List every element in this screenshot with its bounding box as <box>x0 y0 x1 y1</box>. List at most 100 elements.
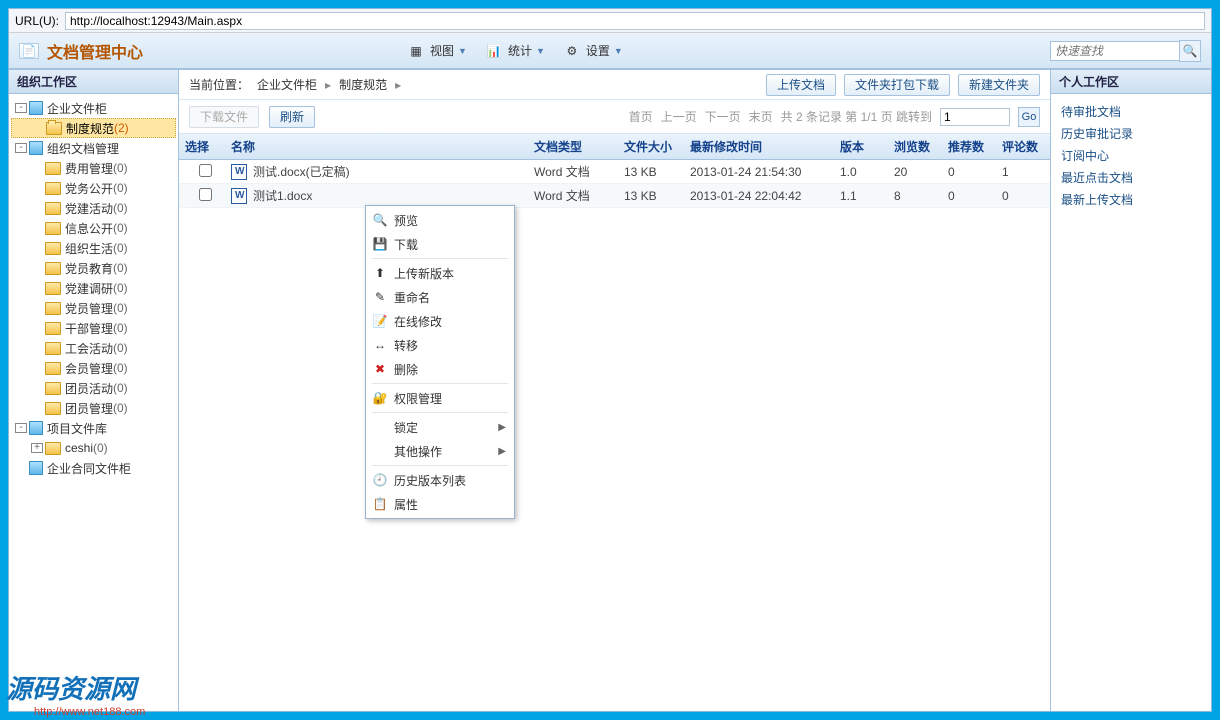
header-menus: ▦视图▼ 📊统计▼ ⚙设置▼ <box>409 42 623 59</box>
context-menu-item[interactable]: 📋属性 <box>368 492 512 516</box>
tree-node[interactable]: 会员管理(0) <box>11 358 176 378</box>
pager-go-button[interactable]: Go <box>1018 107 1040 127</box>
folder-icon <box>45 182 61 195</box>
cell-comments: 1 <box>996 165 1050 179</box>
folder-icon <box>45 222 61 235</box>
pager-input[interactable] <box>940 108 1010 126</box>
context-menu-item[interactable]: 🔍预览 <box>368 208 512 232</box>
refresh-button[interactable]: 刷新 <box>269 106 315 128</box>
tree-node[interactable]: 工会活动(0) <box>11 338 176 358</box>
tree-node[interactable]: 党员管理(0) <box>11 298 176 318</box>
tree-count: (0) <box>113 201 128 215</box>
context-menu-item[interactable]: 💾下载 <box>368 232 512 256</box>
tree-toggle-icon[interactable]: - <box>15 423 27 433</box>
tree-label: 制度规范 <box>66 120 114 137</box>
tree-node[interactable]: 费用管理(0) <box>11 158 176 178</box>
tree-node[interactable]: - 组织文档管理 <box>11 138 176 158</box>
tree-node[interactable]: 党建调研(0) <box>11 278 176 298</box>
tree-toggle-icon[interactable]: - <box>15 143 27 153</box>
search-button[interactable]: 🔍 <box>1179 40 1201 62</box>
folder-icon <box>45 242 61 255</box>
context-menu-item[interactable]: 锁定▶ <box>368 415 512 439</box>
zip-download-button[interactable]: 文件夹打包下载 <box>844 74 950 96</box>
new-folder-button[interactable]: 新建文件夹 <box>958 74 1040 96</box>
cell-type: Word 文档 <box>528 163 618 180</box>
context-menu-item[interactable]: ⬆上传新版本 <box>368 261 512 285</box>
context-menu-item[interactable]: ✎重命名 <box>368 285 512 309</box>
table-row[interactable]: 测试1.docxWord 文档13 KB2013-01-24 22:04:421… <box>179 184 1050 208</box>
tree-node[interactable]: 干部管理(0) <box>11 318 176 338</box>
menu-view[interactable]: ▦视图▼ <box>409 42 467 59</box>
row-checkbox[interactable] <box>199 164 212 177</box>
col-size: 文件大小 <box>618 138 684 155</box>
url-input[interactable] <box>65 12 1205 30</box>
tree-node[interactable]: 信息公开(0) <box>11 218 176 238</box>
breadcrumb-l2[interactable]: 制度规范 <box>339 76 387 93</box>
tree-node[interactable]: 党务公开(0) <box>11 178 176 198</box>
menu-item-label: 锁定 <box>394 419 418 436</box>
tree-node[interactable]: -项目文件库 <box>11 418 176 438</box>
tree-node[interactable]: 制度规范(2) <box>11 118 176 138</box>
right-link[interactable]: 最新上传文档 <box>1061 188 1201 210</box>
folder-icon <box>45 322 61 335</box>
right-panel-title: 个人工作区 <box>1051 70 1211 94</box>
pager-last[interactable]: 末页 <box>749 108 773 125</box>
menu-stats[interactable]: 📊统计▼ <box>487 42 545 59</box>
tree-node[interactable]: 组织生活(0) <box>11 238 176 258</box>
search-icon: 🔍 <box>1183 44 1198 58</box>
tree-toggle-icon[interactable]: + <box>31 443 43 453</box>
tree-node[interactable]: -企业文件柜 <box>11 98 176 118</box>
right-link[interactable]: 历史审批记录 <box>1061 122 1201 144</box>
pager-prev[interactable]: 上一页 <box>661 108 697 125</box>
cell-size: 13 KB <box>618 165 684 179</box>
folder-icon <box>45 342 61 355</box>
breadcrumb-l1[interactable]: 企业文件柜 <box>257 76 317 93</box>
cube-icon <box>29 141 43 155</box>
menu-item-label: 上传新版本 <box>394 265 454 282</box>
context-menu-item[interactable]: 🔐权限管理 <box>368 386 512 410</box>
tree-count: (0) <box>113 321 128 335</box>
right-link[interactable]: 待审批文档 <box>1061 100 1201 122</box>
word-doc-icon <box>231 188 247 204</box>
tree-node[interactable]: 团员管理(0) <box>11 398 176 418</box>
breadcrumb-row: 当前位置： 企业文件柜 ▸ 制度规范 ▸ 上传文档 文件夹打包下载 新建文件夹 <box>179 70 1050 100</box>
menu-item-label: 在线修改 <box>394 313 442 330</box>
menu-item-label: 删除 <box>394 361 418 378</box>
upload-button[interactable]: 上传文档 <box>766 74 836 96</box>
table-row[interactable]: 测试.docx(已定稿)Word 文档13 KB2013-01-24 21:54… <box>179 160 1050 184</box>
menu-settings[interactable]: ⚙设置▼ <box>565 42 623 59</box>
context-menu-item[interactable]: 🕘历史版本列表 <box>368 468 512 492</box>
context-menu-item[interactable]: ↔转移 <box>368 333 512 357</box>
right-link[interactable]: 最近点击文档 <box>1061 166 1201 188</box>
body: 组织工作区 -企业文件柜制度规范(2)-组织文档管理费用管理(0)党务公开(0)… <box>9 69 1211 711</box>
col-version: 版本 <box>834 138 888 155</box>
right-link[interactable]: 订阅中心 <box>1061 144 1201 166</box>
menu-item-icon: ✎ <box>372 289 388 305</box>
col-select: 选择 <box>179 138 225 155</box>
pager-first[interactable]: 首页 <box>629 108 653 125</box>
context-menu-item[interactable]: 其他操作▶ <box>368 439 512 463</box>
breadcrumb-sep: ▸ <box>325 78 331 92</box>
menu-item-icon: ✖ <box>372 361 388 377</box>
tree-node[interactable]: 党员教育(0) <box>11 258 176 278</box>
context-menu-item[interactable]: 📝在线修改 <box>368 309 512 333</box>
tree-node[interactable]: 党建活动(0) <box>11 198 176 218</box>
tree-toggle-icon[interactable]: - <box>15 103 27 113</box>
folder-icon <box>45 162 61 175</box>
cell-recs: 0 <box>942 165 996 179</box>
col-recs: 推荐数 <box>942 138 996 155</box>
search-input[interactable] <box>1050 41 1180 61</box>
download-button[interactable]: 下载文件 <box>189 106 259 128</box>
folder-icon <box>45 442 61 455</box>
tree-node[interactable]: +ceshi(0) <box>11 438 176 458</box>
context-menu-item[interactable]: ✖ 删除 <box>368 357 512 381</box>
tree-label: 费用管理 <box>65 160 113 177</box>
tree-node[interactable]: 企业合同文件柜 <box>11 458 176 478</box>
row-checkbox[interactable] <box>199 188 212 201</box>
pager-next[interactable]: 下一页 <box>705 108 741 125</box>
breadcrumb-sep: ▸ <box>395 78 401 92</box>
tree-label: 组织文档管理 <box>47 140 119 157</box>
context-menu: 🔍预览💾下载 ⬆上传新版本✎重命名📝在线修改↔转移 ✖ 删除 🔐权限管理锁定▶其他操作▶… <box>365 205 515 519</box>
tree-node[interactable]: 团员活动(0) <box>11 378 176 398</box>
tree-label: 企业合同文件柜 <box>47 460 131 477</box>
